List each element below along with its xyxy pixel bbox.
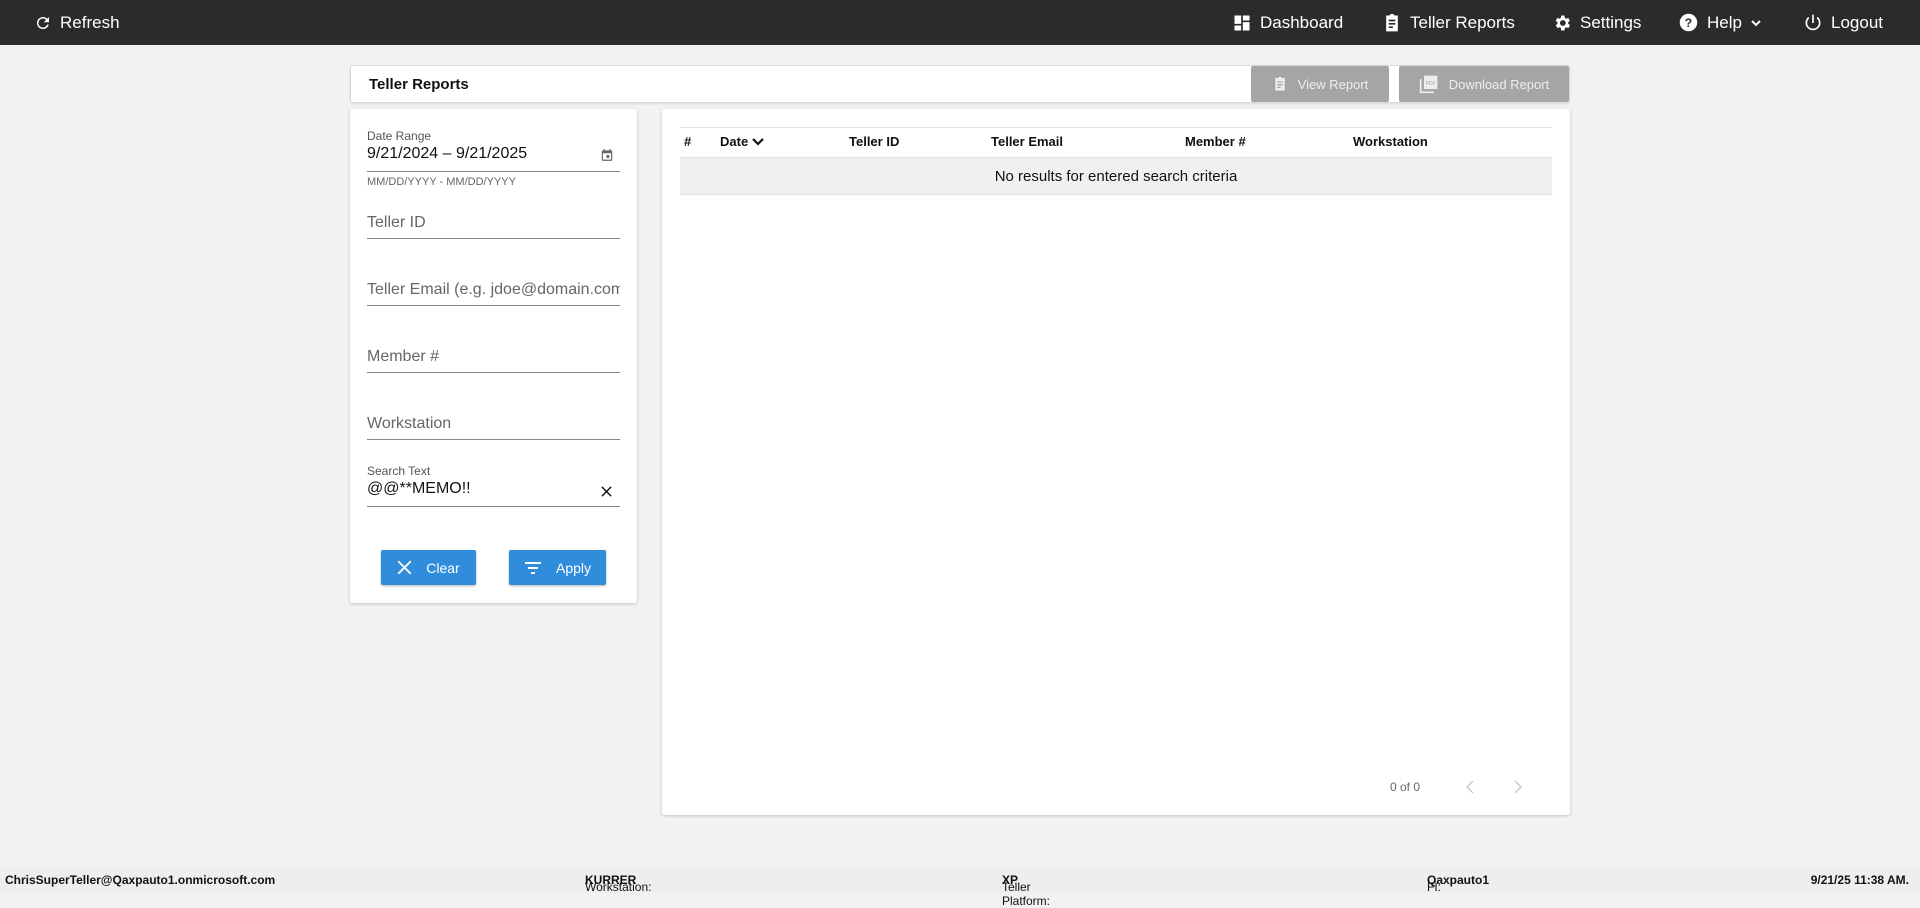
column-header-workstation[interactable]: Workstation: [1353, 134, 1428, 149]
footer-platform-label: Teller Platform:: [1002, 880, 1051, 908]
workstation-placeholder: Workstation: [367, 415, 452, 432]
page-title: Teller Reports: [369, 76, 469, 93]
teller-id-placeholder: Teller ID: [367, 214, 426, 231]
teller-email-input[interactable]: Teller Email (e.g. jdoe@domain.com): [367, 276, 620, 306]
close-icon: [397, 560, 412, 575]
filter-icon: [524, 561, 541, 574]
table-top-border: [680, 127, 1552, 128]
close-icon[interactable]: [601, 486, 612, 497]
nav-help-label: Help: [1707, 12, 1742, 32]
search-text-input[interactable]: Search Text @@**MEMO!!: [367, 464, 620, 507]
nav-settings[interactable]: Settings: [1552, 0, 1641, 45]
footer-user: ChrisSuperTeller@Qaxpauto1.onmicrosoft.c…: [5, 873, 276, 887]
svg-text:PDF: PDF: [1425, 81, 1435, 87]
date-format-hint: MM/DD/YYYY - MM/DD/YYYY: [367, 176, 516, 188]
download-report-label: Download Report: [1448, 76, 1550, 92]
chevron-right-icon[interactable]: [1513, 779, 1523, 795]
download-report-button[interactable]: PDF Download Report: [1399, 66, 1569, 102]
footer-fi-label: FI:: [1427, 880, 1441, 894]
date-range-value: 9/21/2024 – 9/21/2025: [367, 145, 528, 162]
footer-fi: FI: Qaxpauto1: [1427, 873, 1489, 894]
top-nav-bar: Refresh Dashboard Teller Reports Setting…: [0, 0, 1920, 45]
calendar-icon[interactable]: [600, 148, 614, 162]
date-range-label: Date Range: [367, 129, 432, 143]
chevron-down-icon: [1751, 19, 1761, 26]
footer-workstation: Workstation: KURRER: [585, 873, 651, 894]
chevron-left-icon[interactable]: [1465, 779, 1475, 795]
refresh-label: Refresh: [60, 12, 120, 32]
apply-button[interactable]: Apply: [509, 550, 606, 585]
column-header-date[interactable]: Date: [720, 134, 764, 149]
column-header-date-label: Date: [720, 134, 749, 149]
column-header-teller-email[interactable]: Teller Email: [991, 134, 1063, 149]
clipboard-icon: [1386, 13, 1398, 31]
member-number-input[interactable]: Member #: [367, 343, 620, 373]
view-report-label: View Report: [1297, 76, 1369, 92]
gear-icon: [1555, 15, 1570, 30]
nav-help[interactable]: ? Help: [1678, 0, 1762, 45]
footer-workstation-label: Workstation:: [585, 880, 652, 894]
view-report-button[interactable]: View Report: [1251, 66, 1389, 102]
workstation-input[interactable]: Workstation: [367, 410, 620, 440]
nav-dashboard[interactable]: Dashboard: [1232, 0, 1343, 45]
nav-teller-reports-label: Teller Reports: [1410, 12, 1515, 32]
member-placeholder: Member #: [367, 348, 440, 365]
svg-text:?: ?: [1685, 16, 1692, 30]
help-icon: ?: [1679, 13, 1698, 32]
date-range-field[interactable]: Date Range 9/21/2024 – 9/21/2025: [367, 129, 620, 172]
nav-teller-reports[interactable]: Teller Reports: [1382, 0, 1515, 45]
apply-label: Apply: [555, 559, 592, 576]
page-header: Teller Reports View Report PDF Download …: [350, 65, 1570, 103]
teller-email-placeholder: Teller Email (e.g. jdoe@domain.com): [367, 281, 620, 298]
results-panel: No results for entered search criteria 0…: [662, 109, 1570, 815]
nav-logout[interactable]: Logout: [1803, 0, 1883, 45]
empty-results-text: No results for entered search criteria: [994, 167, 1238, 185]
nav-logout-label: Logout: [1831, 12, 1883, 32]
nav-settings-label: Settings: [1580, 12, 1642, 32]
power-icon: [1805, 14, 1821, 30]
column-header-member[interactable]: Member #: [1185, 134, 1246, 149]
clear-button[interactable]: Clear: [381, 550, 476, 585]
filter-panel: Date Range 9/21/2024 – 9/21/2025 MM/DD/Y…: [350, 109, 637, 603]
column-header-number[interactable]: #: [684, 134, 691, 149]
clipboard-icon: [1275, 76, 1285, 91]
teller-id-input[interactable]: Teller ID: [367, 209, 620, 239]
column-header-teller-id[interactable]: Teller ID: [849, 134, 899, 149]
clear-label: Clear: [426, 559, 460, 576]
search-text-value: @@**MEMO!!: [367, 480, 471, 497]
refresh-icon: [36, 16, 49, 29]
status-bar: ChrisSuperTeller@Qaxpauto1.onmicrosoft.c…: [0, 866, 1920, 908]
dashboard-icon: [1234, 15, 1250, 30]
empty-results-row: No results for entered search criteria: [680, 157, 1552, 195]
pagination-range: 0 of 0: [1390, 780, 1421, 794]
sort-descending-icon: [752, 137, 764, 146]
nav-dashboard-label: Dashboard: [1260, 12, 1344, 32]
footer-platform: Teller Platform: XP: [1002, 873, 1050, 908]
pdf-icon: PDF: [1419, 75, 1438, 94]
refresh-button[interactable]: Refresh: [34, 0, 120, 45]
footer-datetime: 9/21/25 11:38 AM.: [1810, 873, 1909, 887]
search-text-label: Search Text: [367, 464, 431, 478]
